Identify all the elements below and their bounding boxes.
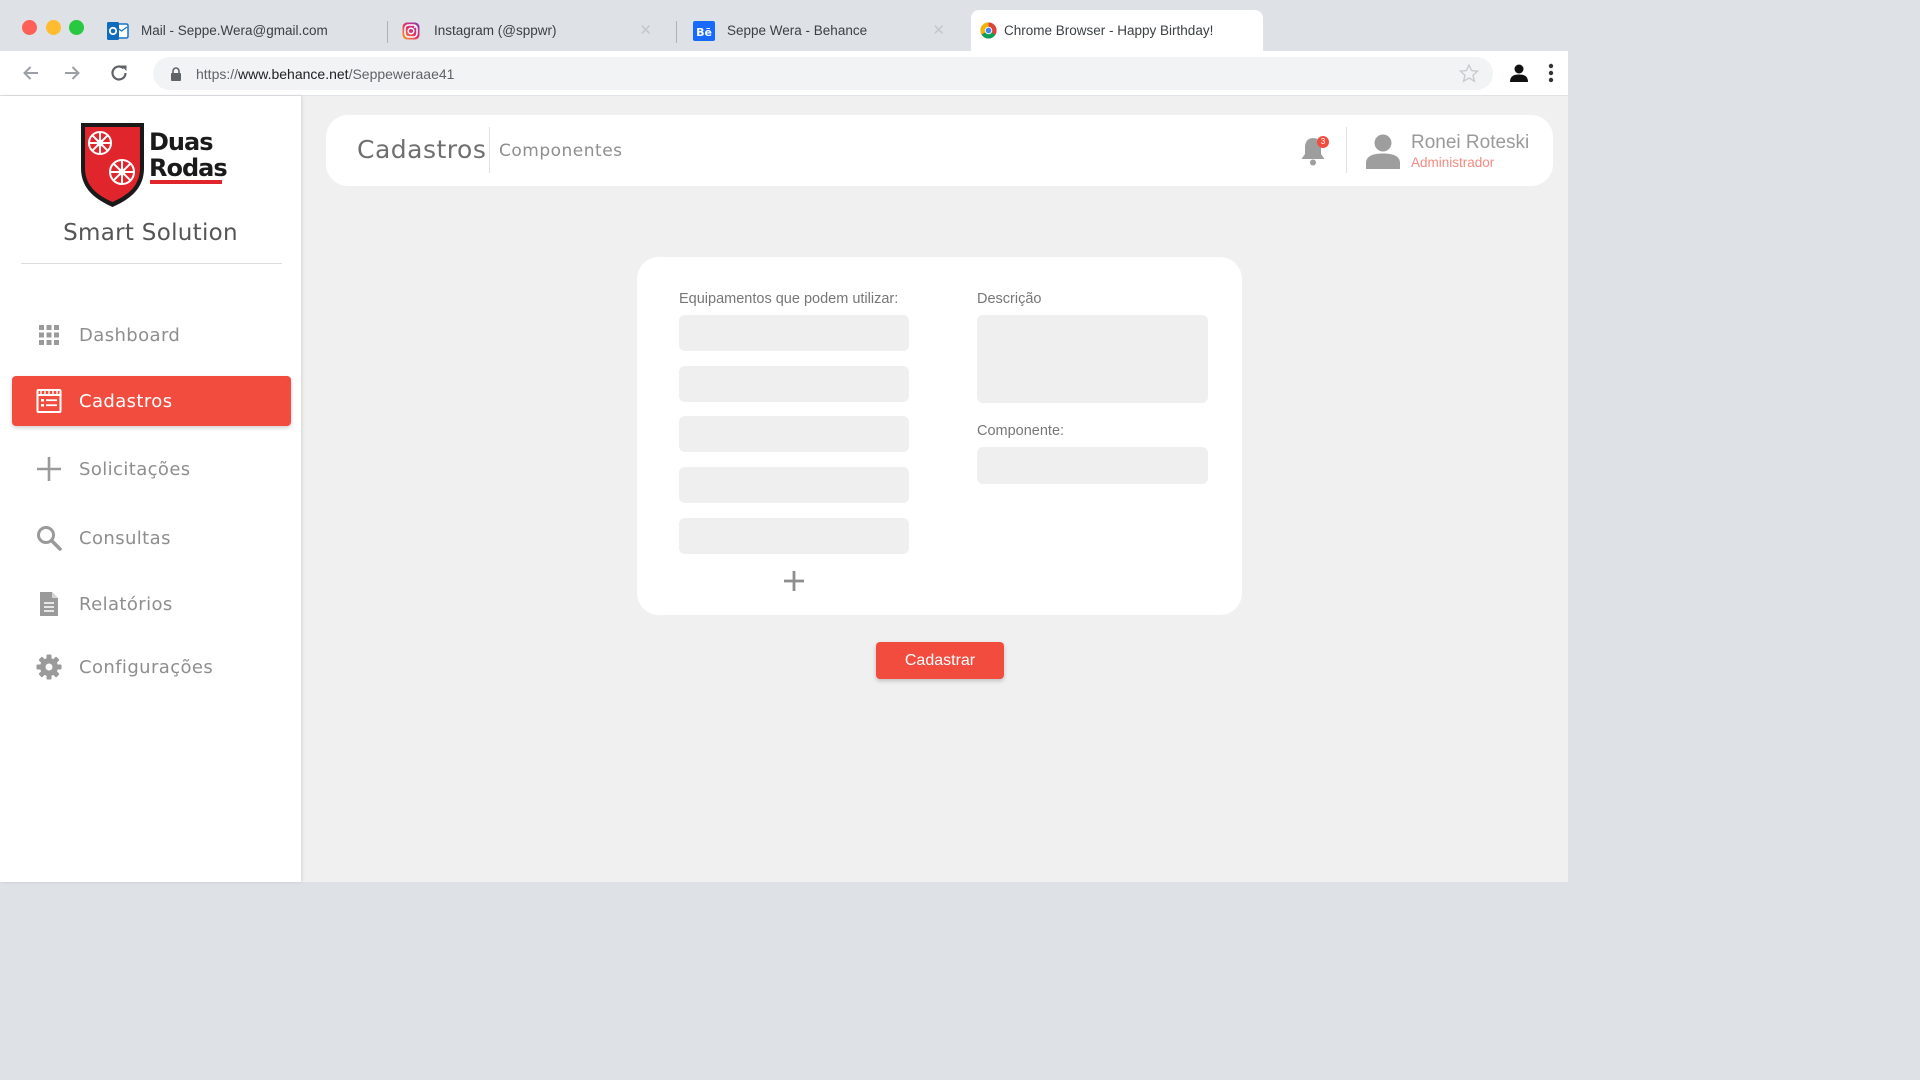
lock-icon bbox=[170, 66, 182, 81]
duas-rodas-logo: Duas Rodas bbox=[78, 120, 228, 208]
reload-icon[interactable] bbox=[108, 62, 130, 84]
browser-toolbar: https://www.behance.net/Seppeweraae41 bbox=[0, 51, 1568, 96]
sidebar-item-dashboard[interactable]: Dashboard bbox=[12, 310, 291, 360]
add-equipment-button[interactable] bbox=[780, 567, 808, 595]
sidebar-item-solicitacoes[interactable]: Solicitações bbox=[12, 444, 291, 494]
url-path: /Seppeweraae41 bbox=[348, 65, 455, 82]
user-avatar[interactable] bbox=[1366, 133, 1400, 169]
app-content: Duas Rodas Smart Solution Dashboard Cada… bbox=[0, 96, 1568, 882]
plus-icon bbox=[784, 571, 804, 591]
logo-text-duas: Duas bbox=[149, 128, 213, 156]
minimize-window-button[interactable] bbox=[46, 20, 61, 35]
sidebar-item-relatorios[interactable]: Relatórios bbox=[12, 579, 291, 629]
cadastrar-button[interactable]: Cadastrar bbox=[876, 642, 1004, 679]
more-options-icon[interactable] bbox=[1540, 62, 1562, 84]
forward-arrow-icon[interactable] bbox=[61, 62, 83, 84]
plus-icon bbox=[35, 455, 63, 483]
address-bar[interactable]: https://www.behance.net/Seppeweraae41 bbox=[153, 57, 1493, 90]
user-avatar-icon bbox=[1366, 134, 1400, 169]
sidebar-item-consultas[interactable]: Consultas bbox=[12, 513, 291, 563]
notifications-button[interactable]: 3 bbox=[1298, 135, 1329, 167]
description-label: Descrição bbox=[977, 291, 1042, 307]
close-tab-icon[interactable]: ✕ bbox=[639, 23, 652, 38]
browser-tab-behance[interactable]: Bē Seppe Wera - Behance ✕ bbox=[693, 10, 961, 51]
sidebar-item-label: Solicitações bbox=[79, 458, 191, 480]
sidebar-item-label: Cadastros bbox=[79, 390, 173, 412]
behance-icon: Bē bbox=[693, 20, 715, 42]
instagram-icon bbox=[400, 20, 422, 42]
sidebar-item-label: Consultas bbox=[79, 527, 171, 549]
close-tab-icon[interactable]: ✕ bbox=[932, 23, 945, 38]
svg-text:Bē: Bē bbox=[696, 26, 712, 39]
page-title: Cadastros bbox=[357, 135, 487, 164]
page-subtitle: Componentes bbox=[499, 141, 623, 161]
app-name: Smart Solution bbox=[63, 220, 238, 246]
url-domain: www.behance.net bbox=[238, 65, 349, 82]
logo-text-rodas: Rodas bbox=[149, 154, 227, 182]
bookmark-star-icon[interactable] bbox=[1458, 63, 1480, 86]
sidebar-item-configuracoes[interactable]: Configurações bbox=[12, 642, 291, 692]
tab-separator bbox=[676, 21, 677, 43]
gear-icon bbox=[35, 653, 63, 681]
component-input[interactable] bbox=[977, 447, 1208, 484]
browser-tab-chrome[interactable]: Chrome Browser - Happy Birthday! bbox=[971, 10, 1263, 51]
outlook-icon bbox=[107, 20, 129, 42]
description-textarea[interactable] bbox=[977, 315, 1208, 403]
url-prefix: https:// bbox=[196, 65, 239, 82]
user-role: Administrador bbox=[1411, 155, 1495, 170]
browser-tab-instagram[interactable]: Instagram (@sppwr) ✕ bbox=[400, 10, 668, 51]
equipment-input-5[interactable] bbox=[679, 518, 909, 554]
tab-label: Chrome Browser - Happy Birthday! bbox=[1004, 23, 1214, 38]
sidebar-divider bbox=[21, 263, 282, 264]
equipment-input-3[interactable] bbox=[679, 416, 909, 452]
user-name: Ronei Roteski bbox=[1411, 132, 1530, 153]
document-icon bbox=[35, 590, 63, 618]
register-icon bbox=[35, 387, 63, 415]
tab-label: Instagram (@sppwr) bbox=[434, 23, 557, 38]
sidebar-item-cadastros[interactable]: Cadastros bbox=[12, 376, 291, 426]
sidebar-item-label: Dashboard bbox=[79, 324, 181, 346]
page-header: Cadastros Componentes 3 Ronei Roteski Ad… bbox=[326, 115, 1553, 186]
component-form-card: Equipamentos que podem utilizar: Descriç… bbox=[637, 257, 1242, 615]
sidebar-item-label: Configurações bbox=[79, 656, 214, 678]
notification-badge: 3 bbox=[1317, 136, 1329, 148]
search-icon bbox=[35, 524, 63, 552]
header-divider bbox=[489, 127, 490, 173]
tab-separator bbox=[387, 21, 388, 43]
sidebar: Duas Rodas Smart Solution Dashboard Cada… bbox=[0, 96, 301, 882]
back-arrow-icon[interactable] bbox=[20, 62, 42, 84]
close-window-button[interactable] bbox=[22, 20, 37, 35]
sidebar-item-label: Relatórios bbox=[79, 593, 173, 615]
header-divider bbox=[1346, 127, 1347, 173]
equipment-label: Equipamentos que podem utilizar: bbox=[679, 291, 899, 307]
maximize-window-button[interactable] bbox=[69, 20, 84, 35]
chrome-icon bbox=[977, 20, 999, 42]
tab-label: Mail - Seppe.Wera@gmail.com bbox=[141, 23, 328, 38]
tab-label: Seppe Wera - Behance bbox=[727, 23, 868, 38]
component-label: Componente: bbox=[977, 423, 1065, 439]
equipment-input-2[interactable] bbox=[679, 366, 909, 402]
equipment-input-4[interactable] bbox=[679, 467, 909, 503]
grid-icon bbox=[35, 321, 63, 349]
browser-tab-mail[interactable]: Mail - Seppe.Wera@gmail.com bbox=[107, 10, 382, 51]
equipment-input-1[interactable] bbox=[679, 315, 909, 351]
browser-tab-bar: Mail - Seppe.Wera@gmail.com Instagram (@… bbox=[0, 0, 1568, 51]
profile-icon[interactable] bbox=[1508, 62, 1530, 84]
